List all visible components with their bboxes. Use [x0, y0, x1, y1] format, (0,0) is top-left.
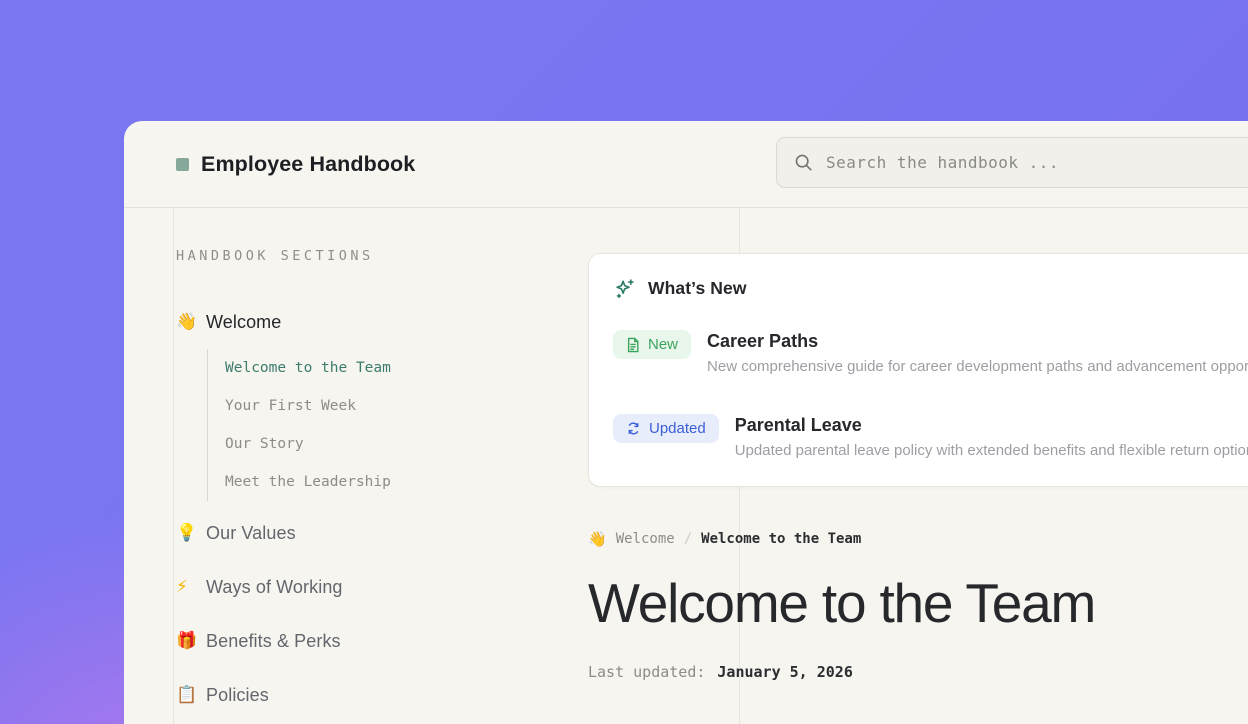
badge-label: New	[648, 336, 678, 353]
last-updated-value: January 5, 2026	[717, 663, 852, 681]
search-input[interactable]	[826, 153, 1248, 172]
sidebar: HANDBOOK SECTIONS 👋 Welcome Welcome to t…	[176, 248, 566, 709]
sidebar-item-policies[interactable]: 📋 Policies	[176, 681, 566, 709]
whats-new-item-title: Parental Leave	[735, 414, 1248, 436]
sidebar-item-benefits-perks[interactable]: 🎁 Benefits & Perks	[176, 627, 566, 655]
search-icon	[794, 153, 813, 172]
sidebar-item-welcome[interactable]: 👋 Welcome	[176, 308, 566, 336]
search-box[interactable]	[776, 137, 1248, 188]
sidebar-item-ways-of-working[interactable]: ⚡ Ways of Working	[176, 573, 566, 601]
sidebar-subitem-meet-the-leadership[interactable]: Meet the Leadership	[208, 463, 566, 501]
logo-square-icon	[176, 158, 189, 171]
sidebar-item-label: Welcome	[206, 312, 281, 333]
whats-new-item-parental-leave[interactable]: Updated Parental Leave Updated parental …	[613, 414, 1248, 460]
badge-label: Updated	[649, 420, 706, 437]
last-updated: Last updated: January 5, 2026	[588, 663, 1248, 681]
lightbulb-icon: 💡	[176, 525, 200, 542]
brand: Employee Handbook	[176, 121, 415, 208]
sidebar-subitem-welcome-to-the-team[interactable]: Welcome to the Team	[208, 349, 566, 387]
updated-badge: Updated	[613, 414, 719, 443]
document-icon	[626, 337, 640, 353]
sidebar-item-label: Policies	[206, 685, 269, 706]
sidebar-item-label: Ways of Working	[206, 577, 343, 598]
breadcrumb-section[interactable]: Welcome	[616, 531, 675, 547]
sidebar-item-our-values[interactable]: 💡 Our Values	[176, 519, 566, 547]
whats-new-item-title: Career Paths	[707, 330, 1248, 352]
sidebar-sublist-welcome: Welcome to the Team Your First Week Our …	[207, 349, 566, 501]
clipboard-icon: 📋	[176, 687, 200, 704]
breadcrumb-separator: /	[684, 531, 692, 547]
app-title: Employee Handbook	[201, 152, 415, 177]
lightning-icon: ⚡	[176, 579, 200, 596]
wave-icon: 👋	[588, 530, 607, 548]
sidebar-item-label: Our Values	[206, 523, 296, 544]
main-content: What’s New New	[588, 208, 1248, 681]
sidebar-subitem-your-first-week[interactable]: Your First Week	[208, 387, 566, 425]
page-title: Welcome to the Team	[588, 572, 1248, 635]
whats-new-card: What’s New New	[588, 253, 1248, 487]
whats-new-item-description: New comprehensive guide for career devel…	[707, 358, 1248, 376]
breadcrumb: 👋 Welcome / Welcome to the Team	[588, 529, 1248, 548]
whats-new-item-career-paths[interactable]: New Career Paths New comprehensive guide…	[613, 330, 1248, 376]
grid-line-left	[173, 208, 174, 724]
sidebar-subitem-our-story[interactable]: Our Story	[208, 425, 566, 463]
new-badge: New	[613, 330, 691, 359]
last-updated-label: Last updated:	[588, 663, 705, 681]
sidebar-section-label: HANDBOOK SECTIONS	[176, 248, 566, 264]
whats-new-header: What’s New	[613, 276, 1248, 300]
app-header: Employee Handbook	[124, 121, 1248, 208]
sparkles-icon	[613, 277, 636, 300]
wave-icon: 👋	[176, 314, 200, 331]
whats-new-item-description: Updated parental leave policy with exten…	[735, 442, 1248, 460]
refresh-icon	[626, 421, 641, 436]
gift-icon: 🎁	[176, 633, 200, 650]
sidebar-item-label: Benefits & Perks	[206, 631, 341, 652]
breadcrumb-current-page: Welcome to the Team	[701, 531, 861, 547]
handbook-window: Employee Handbook HANDBOOK SECTIONS 👋 We…	[124, 121, 1248, 724]
whats-new-title: What’s New	[648, 278, 747, 299]
